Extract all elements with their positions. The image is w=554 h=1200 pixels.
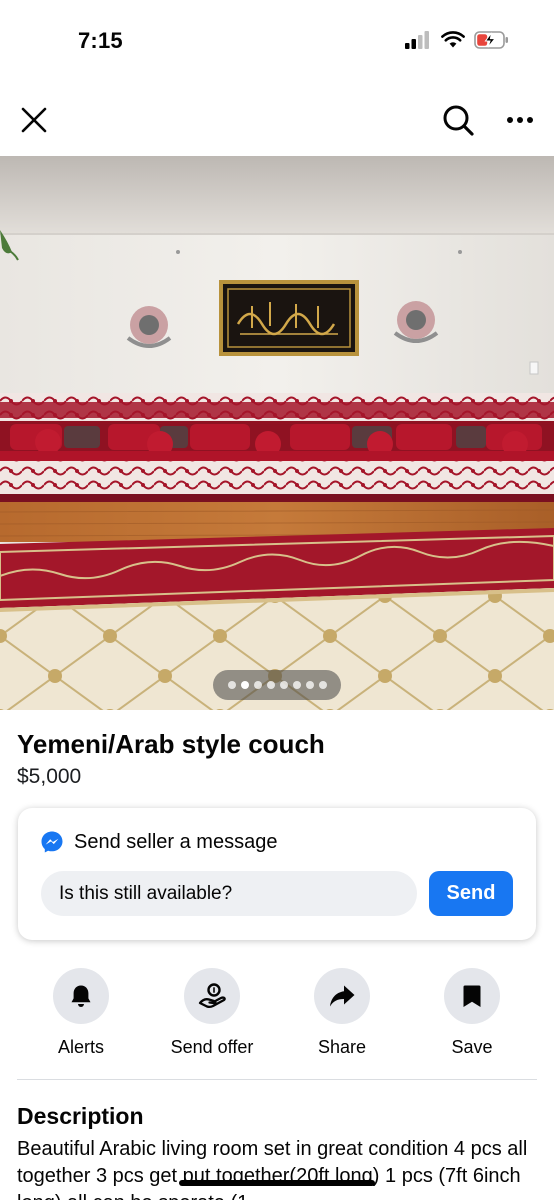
section-divider	[17, 1079, 537, 1080]
pagination-dot	[292, 681, 301, 689]
pagination-dot	[305, 681, 314, 689]
top-nav	[0, 84, 554, 156]
description-heading: Description	[17, 1103, 144, 1129]
status-bar: 7:15	[0, 0, 554, 84]
pagination-dot	[253, 681, 262, 689]
share-label: Share	[317, 1037, 367, 1057]
bookmark-icon	[463, 985, 481, 1007]
photo-pagination	[213, 670, 341, 700]
more-icon	[507, 117, 533, 123]
alerts-action[interactable]: Alerts	[16, 968, 146, 1058]
pagination-dot	[266, 681, 275, 689]
offer-icon	[198, 983, 226, 1009]
save-action[interactable]: Save	[407, 968, 537, 1058]
listing-photo[interactable]	[0, 156, 554, 710]
search-icon	[443, 105, 474, 136]
search-button[interactable]	[436, 98, 480, 142]
save-button[interactable]	[444, 968, 500, 1024]
messenger-icon	[41, 831, 63, 853]
listing-title: Yemeni/Arab style couch	[17, 729, 325, 759]
close-button[interactable]	[12, 98, 56, 142]
message-header: Send seller a message	[40, 830, 277, 854]
bell-icon	[71, 985, 91, 1007]
signal-icon	[405, 31, 429, 49]
pagination-dot	[318, 681, 327, 689]
share-button[interactable]	[314, 968, 370, 1024]
home-indicator[interactable]	[179, 1180, 375, 1186]
message-seller-card: Send seller a message Send	[18, 808, 536, 940]
send-offer-action[interactable]: Send offer	[147, 968, 277, 1058]
send-offer-label: Send offer	[170, 1037, 254, 1057]
share-icon	[330, 985, 355, 1007]
pagination-dot	[227, 681, 236, 689]
message-input[interactable]	[41, 871, 417, 916]
save-label: Save	[451, 1037, 493, 1057]
status-icons	[404, 30, 510, 50]
listing-image	[0, 156, 554, 710]
alerts-label: Alerts	[57, 1037, 104, 1057]
pagination-dot	[279, 681, 288, 689]
message-header-label: Send seller a message	[74, 830, 278, 853]
status-time: 7:15	[78, 28, 123, 53]
close-icon	[21, 107, 47, 133]
share-action[interactable]: Share	[277, 968, 407, 1058]
wifi-icon	[441, 31, 465, 48]
send-offer-button[interactable]	[184, 968, 240, 1024]
alerts-button[interactable]	[53, 968, 109, 1024]
action-bar: Alerts Send offer Share Save	[0, 968, 554, 1068]
description-text: Beautiful Arabic living room set in grea…	[17, 1138, 528, 1200]
send-button[interactable]: Send	[429, 871, 513, 916]
pagination-dot-active	[240, 681, 249, 689]
listing-price: $5,000	[17, 765, 82, 788]
battery-charging-icon	[474, 31, 508, 49]
more-button[interactable]	[498, 98, 542, 142]
